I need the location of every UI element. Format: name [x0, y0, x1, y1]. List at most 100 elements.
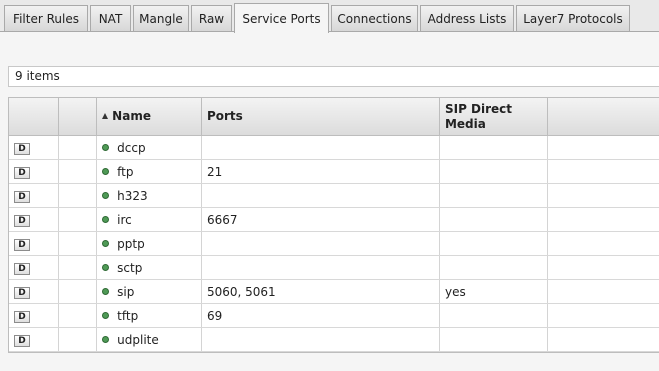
- ports-cell: 5060, 5061: [201, 279, 440, 304]
- sip-header-label: SIP Direct Media: [444, 101, 513, 131]
- dynamic-flag-badge[interactable]: D: [14, 311, 30, 323]
- name-cell: udplite: [96, 327, 202, 352]
- sip-direct-media-cell: [439, 159, 548, 184]
- sip-direct-media-cell: [439, 231, 548, 256]
- enabled-status-dot-icon: [102, 335, 110, 343]
- enabled-status-dot-icon: [102, 287, 110, 295]
- service-name: udplite: [117, 332, 159, 347]
- table-row[interactable]: Dsip 5060, 5061 yes: [9, 279, 659, 304]
- enabled-status-dot-icon: [102, 191, 110, 199]
- sip-direct-media-cell: [439, 207, 548, 232]
- filler-cell: [547, 327, 659, 352]
- tab-connections[interactable]: Connections: [331, 5, 418, 31]
- ports-cell: [201, 327, 440, 352]
- flag-cell: D: [9, 159, 60, 184]
- dynamic-flag-badge[interactable]: D: [14, 287, 30, 299]
- dynamic-flag-badge[interactable]: D: [14, 215, 30, 227]
- tab-label: Service Ports: [242, 11, 321, 26]
- enabled-status-dot-icon: [102, 143, 110, 151]
- tab-nat[interactable]: NAT: [90, 5, 131, 31]
- table-row[interactable]: Ddccp: [9, 135, 659, 160]
- comment-cell: [58, 327, 98, 352]
- table-row[interactable]: Dtftp 69: [9, 303, 659, 328]
- comment-cell: [58, 279, 98, 304]
- ports-cell: [201, 183, 440, 208]
- tab-label: Raw: [198, 11, 225, 26]
- ports-cell: [201, 231, 440, 256]
- enabled-status-dot-icon: [102, 239, 110, 247]
- name-cell: dccp: [96, 135, 202, 160]
- sip-direct-media-column-header[interactable]: SIP Direct Media: [439, 98, 548, 136]
- comment-cell: [58, 135, 98, 160]
- filler-cell: [547, 135, 659, 160]
- service-name: dccp: [117, 140, 146, 155]
- tab-address-lists[interactable]: Address Lists: [420, 5, 514, 31]
- filler-cell: [547, 231, 659, 256]
- comment-cell: [58, 159, 98, 184]
- filler-cell: [547, 159, 659, 184]
- tab-filter-rules[interactable]: Filter Rules: [4, 5, 88, 31]
- flag-cell: D: [9, 183, 60, 208]
- ports-cell: 69: [201, 303, 440, 328]
- name-cell: sctp: [96, 255, 202, 280]
- sip-direct-media-cell: [439, 135, 548, 160]
- comment-column-header[interactable]: [58, 98, 98, 136]
- table-row[interactable]: Dudplite: [9, 327, 659, 352]
- tab-layer7-protocols[interactable]: Layer7 Protocols: [516, 5, 630, 31]
- filler-cell: [547, 279, 659, 304]
- tab-label: Layer7 Protocols: [523, 11, 623, 26]
- sip-direct-media-cell: [439, 183, 548, 208]
- dynamic-flag-badge[interactable]: D: [14, 335, 30, 347]
- tab-label: Filter Rules: [13, 11, 79, 26]
- flag-column-header[interactable]: [9, 98, 60, 136]
- enabled-status-dot-icon: [102, 215, 110, 223]
- flag-cell: D: [9, 303, 60, 328]
- service-name: sip: [117, 284, 135, 299]
- name-cell: irc: [96, 207, 202, 232]
- name-cell: h323: [96, 183, 202, 208]
- filler-cell: [547, 183, 659, 208]
- table-header-row: Name Ports SIP Direct Media: [9, 98, 659, 136]
- dynamic-flag-badge[interactable]: D: [14, 191, 30, 203]
- sip-direct-media-cell: yes: [439, 279, 548, 304]
- name-cell: ftp: [96, 159, 202, 184]
- table-row[interactable]: Dsctp: [9, 255, 659, 280]
- flag-cell: D: [9, 279, 60, 304]
- ports-column-header[interactable]: Ports: [201, 98, 440, 136]
- table-row[interactable]: Dpptp: [9, 231, 659, 256]
- name-column-header[interactable]: Name: [96, 98, 202, 136]
- dynamic-flag-badge[interactable]: D: [14, 239, 30, 251]
- dynamic-flag-badge[interactable]: D: [14, 167, 30, 179]
- comment-cell: [58, 303, 98, 328]
- flag-cell: D: [9, 327, 60, 352]
- ports-cell: [201, 255, 440, 280]
- enabled-status-dot-icon: [102, 167, 110, 175]
- sip-direct-media-cell: [439, 255, 548, 280]
- filler-cell: [547, 255, 659, 280]
- name-cell: tftp: [96, 303, 202, 328]
- item-count: 9 items: [15, 69, 60, 83]
- ports-cell: [201, 135, 440, 160]
- filler-cell: [547, 303, 659, 328]
- tab-label: NAT: [98, 11, 123, 26]
- service-name: h323: [117, 188, 148, 203]
- tab-bar: Filter Rules NAT Mangle Raw Service Port…: [0, 0, 659, 33]
- table-row[interactable]: Dirc 6667: [9, 207, 659, 232]
- dynamic-flag-badge[interactable]: D: [14, 143, 30, 155]
- tab-raw[interactable]: Raw: [191, 5, 232, 31]
- tab-mangle[interactable]: Mangle: [133, 5, 189, 31]
- table-row[interactable]: Dh323: [9, 183, 659, 208]
- service-name: sctp: [117, 260, 143, 275]
- sip-direct-media-cell: [439, 327, 548, 352]
- name-cell: pptp: [96, 231, 202, 256]
- filler-cell: [547, 207, 659, 232]
- table-row[interactable]: Dftp 21: [9, 159, 659, 184]
- flag-cell: D: [9, 231, 60, 256]
- tab-service-ports[interactable]: Service Ports: [234, 3, 329, 33]
- enabled-status-dot-icon: [102, 311, 110, 319]
- ports-header-label: Ports: [206, 109, 243, 123]
- name-cell: sip: [96, 279, 202, 304]
- tab-label: Mangle: [139, 11, 183, 26]
- dynamic-flag-badge[interactable]: D: [14, 263, 30, 275]
- service-name: irc: [117, 212, 132, 227]
